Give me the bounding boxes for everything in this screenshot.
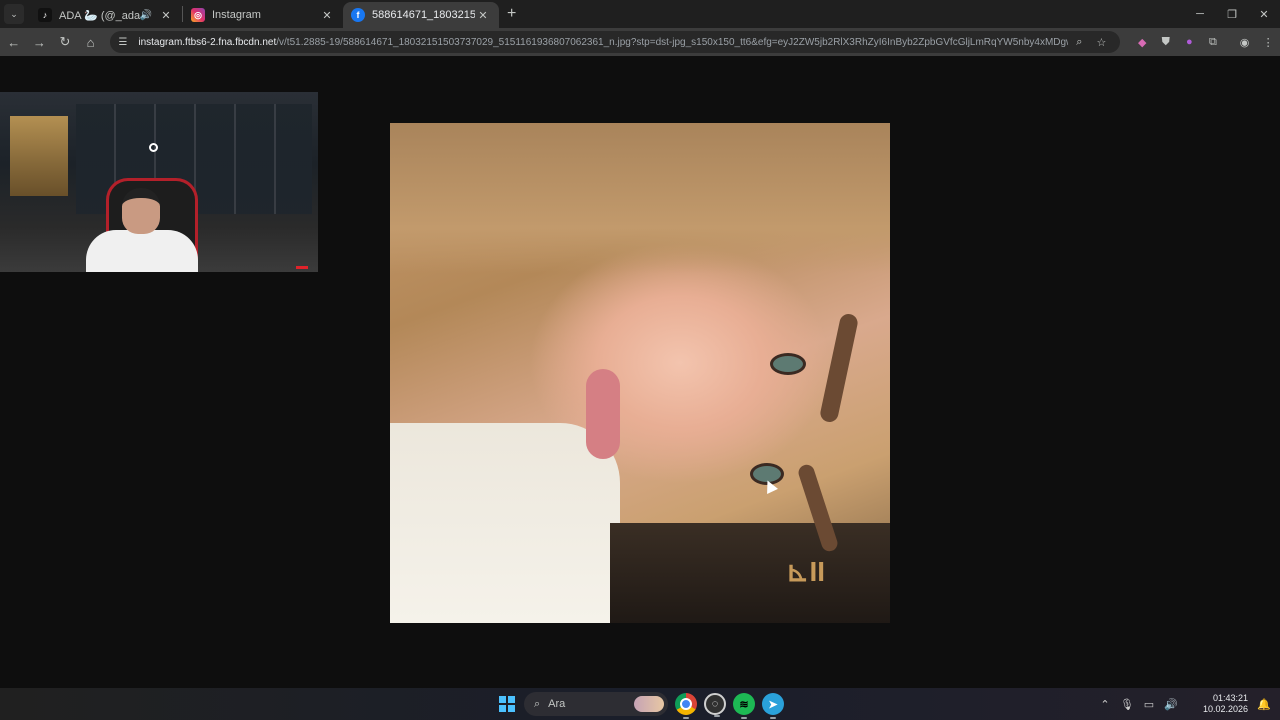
page-viewport: ⊾ƖƖ — [0, 56, 1280, 688]
reload-button[interactable]: ↻ — [53, 34, 77, 50]
clock-time: 01:43:21 — [1212, 693, 1248, 703]
image-eye — [770, 353, 806, 375]
obs-taskbar-icon[interactable]: ◌ — [704, 693, 726, 717]
window-controls: ─ ❐ ✕ — [1184, 0, 1280, 28]
minimize-button[interactable]: ─ — [1184, 0, 1216, 28]
url-path: /v/t51.2885-19/588614671_180321515037370… — [276, 36, 1068, 48]
menu-icon[interactable]: ⋮ — [1256, 36, 1280, 49]
site-info-icon[interactable]: ☰ — [118, 37, 132, 48]
clock[interactable]: 01:43:21 10.02.2026 — [1192, 693, 1248, 715]
taskbar-search[interactable]: ⌕ Ara — [524, 692, 668, 716]
clock-date: 10.02.2026 — [1202, 704, 1248, 714]
zoom-icon[interactable]: ⌕ — [1068, 36, 1090, 49]
new-tab-button[interactable]: + — [507, 5, 516, 23]
instagram-icon: ◎ — [191, 8, 205, 22]
tab-search-button[interactable]: ⌄ — [4, 4, 24, 24]
network-icon[interactable]: ▭ — [1138, 698, 1160, 711]
search-highlight-image — [634, 696, 664, 712]
image-shirt-region — [390, 423, 620, 623]
microphone-icon[interactable]: 🎙 — [1116, 698, 1138, 711]
streamer-body — [86, 230, 198, 272]
bookmark-star-icon[interactable]: ☆ — [1090, 36, 1112, 49]
tab-instagram[interactable]: ◎ Instagram ✕ — [183, 2, 343, 28]
extensions-puzzle-icon[interactable]: ⧉ — [1201, 36, 1225, 49]
url-host: instagram.ftbs6-2.fna.fbcdn.net — [138, 36, 277, 48]
search-placeholder: Ara — [548, 698, 566, 710]
search-icon: ⌕ — [534, 697, 541, 710]
webcam-lit-window — [10, 116, 68, 196]
home-button[interactable]: ⌂ — [79, 35, 103, 50]
system-tray: ⌃ 🎙 ▭ 🔊 01:43:21 10.02.2026 🔔 — [1094, 688, 1280, 720]
volume-icon[interactable]: 🔊 — [1160, 698, 1182, 711]
facebook-icon: f — [351, 8, 365, 22]
extension-purple-icon[interactable]: ● — [1178, 36, 1202, 48]
tab-title: ADA 🦢 (@_adaiand) CAN… — [59, 9, 140, 22]
tiktok-icon: ♪ — [38, 8, 52, 22]
image-lips — [586, 369, 620, 459]
extension-icon[interactable]: ◆ — [1130, 36, 1154, 49]
streamer-head — [122, 188, 160, 234]
jacket-logo: ⊾ƖƖ — [786, 556, 826, 587]
taskbar: ⌕ Ara ◌ ≋ ➤ ⌃ 🎙 ▭ 🔊 01:43:21 10.02.2026 … — [0, 688, 1280, 720]
address-bar[interactable]: ☰ instagram.ftbs6-2.fna.fbcdn.net/v/t51.… — [110, 31, 1121, 53]
webcam-overlay — [0, 92, 318, 272]
close-tab-icon[interactable]: ✕ — [319, 9, 335, 22]
chevron-up-icon[interactable]: ⌃ — [1094, 698, 1116, 711]
restore-button[interactable]: ❐ — [1216, 0, 1248, 28]
ring-light-icon — [149, 143, 158, 152]
image-hair-region — [390, 123, 890, 273]
tab-tiktok[interactable]: ♪ ADA 🦢 (@_adaiand) CAN… 🔊 ✕ — [30, 2, 182, 28]
close-tab-icon[interactable]: ✕ — [475, 9, 491, 22]
image-jacket-region — [610, 523, 890, 623]
speaker-icon[interactable]: 🔊 — [140, 10, 152, 21]
tab-strip: ⌄ ♪ ADA 🦢 (@_adaiand) CAN… 🔊 ✕ ◎ Instagr… — [0, 0, 1280, 28]
displayed-image[interactable]: ⊾ƖƖ — [390, 123, 890, 623]
chrome-taskbar-icon[interactable] — [675, 693, 697, 719]
browser-toolbar: ← → ↻ ⌂ ☰ instagram.ftbs6-2.fna.fbcdn.ne… — [0, 28, 1280, 56]
red-led — [296, 266, 308, 269]
close-tab-icon[interactable]: ✕ — [158, 9, 174, 22]
tab-image-active[interactable]: f 588614671_18032151503737029… ✕ — [343, 2, 499, 28]
image-brow — [818, 312, 860, 424]
notification-bell-icon[interactable]: 🔔 — [1254, 698, 1274, 711]
tab-title: Instagram — [212, 9, 261, 21]
close-window-button[interactable]: ✕ — [1248, 0, 1280, 28]
shield-icon[interactable]: ⛊ — [1154, 36, 1178, 49]
back-button[interactable]: ← — [2, 35, 26, 50]
spotify-taskbar-icon[interactable]: ≋ — [733, 693, 755, 719]
windows-start-icon[interactable] — [499, 696, 515, 712]
forward-button[interactable]: → — [28, 35, 52, 50]
profile-avatar[interactable]: ◉ — [1233, 36, 1257, 49]
tab-title: 588614671_18032151503737029… — [372, 9, 475, 21]
telegram-taskbar-icon[interactable]: ➤ — [762, 693, 784, 719]
url-text[interactable]: instagram.ftbs6-2.fna.fbcdn.net/v/t51.28… — [138, 37, 1068, 48]
